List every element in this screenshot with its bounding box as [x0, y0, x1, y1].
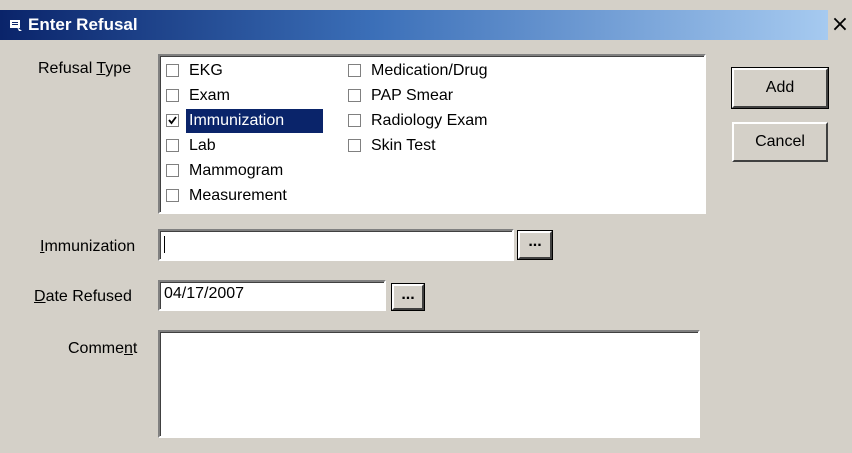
refusal-type-label-key: T — [96, 60, 106, 77]
immunization-browse-button[interactable]: ... — [517, 230, 553, 260]
option-label: PAP Smear — [371, 87, 454, 104]
option-label: Skin Test — [371, 137, 436, 154]
option-label-selected: Immunization — [185, 108, 324, 134]
option-label: Measurement — [189, 187, 287, 204]
option-label: Radiology Exam — [371, 112, 488, 129]
close-icon: × — [830, 12, 850, 37]
checkbox[interactable] — [166, 189, 179, 202]
option-label: Exam — [189, 87, 230, 104]
comment-label: Comment — [68, 340, 137, 358]
checkbox[interactable] — [348, 89, 361, 102]
comment-textarea[interactable] — [158, 330, 700, 438]
comment-label-pre: Comme — [68, 340, 125, 357]
checkbox[interactable] — [166, 139, 179, 152]
checkbox-checked[interactable] — [166, 114, 179, 127]
option-label: Mammogram — [189, 162, 284, 179]
checkbox[interactable] — [166, 64, 179, 77]
checkbox[interactable] — [348, 114, 361, 127]
add-button[interactable]: Add — [731, 67, 829, 109]
app-icon — [9, 18, 23, 32]
refusal-type-label-post: ype — [105, 60, 132, 77]
option-label: Medication/Drug — [371, 62, 488, 79]
option-label: EKG — [189, 62, 223, 79]
window-title: Enter Refusal — [28, 15, 138, 34]
title-bar[interactable]: Enter Refusal — [0, 10, 828, 40]
checkbox[interactable] — [166, 89, 179, 102]
immunization-label-post: mmunization — [44, 238, 136, 255]
comment-label-post: t — [132, 340, 138, 357]
date-refused-label: Date Refused — [34, 288, 132, 306]
date-refused-value: 04/17/2007 — [164, 285, 245, 302]
checkbox[interactable] — [348, 64, 361, 77]
date-refused-label-key: D — [34, 288, 46, 305]
immunization-label: Immunization — [40, 238, 135, 256]
checkbox[interactable] — [348, 139, 361, 152]
enter-refusal-dialog: Enter Refusal × Refusal Type EKG Exam Im… — [0, 0, 852, 453]
checkbox[interactable] — [166, 164, 179, 177]
checkmark-icon — [168, 116, 177, 125]
date-refused-input[interactable]: 04/17/2007 — [158, 280, 386, 311]
date-picker-button[interactable]: ... — [391, 283, 425, 311]
close-button[interactable]: × — [828, 10, 852, 40]
immunization-input[interactable] — [158, 229, 514, 261]
refusal-type-listbox[interactable]: EKG Exam Immunization Lab Mammogram Meas… — [158, 54, 706, 214]
date-refused-label-post: ate Refused — [45, 288, 132, 305]
refusal-type-label: Refusal Type — [38, 60, 131, 78]
text-caret — [164, 236, 165, 253]
comment-label-key: n — [124, 340, 133, 357]
cancel-button[interactable]: Cancel — [732, 122, 828, 162]
refusal-type-label-pre: Refusal — [38, 60, 97, 77]
option-label: Lab — [189, 137, 216, 154]
